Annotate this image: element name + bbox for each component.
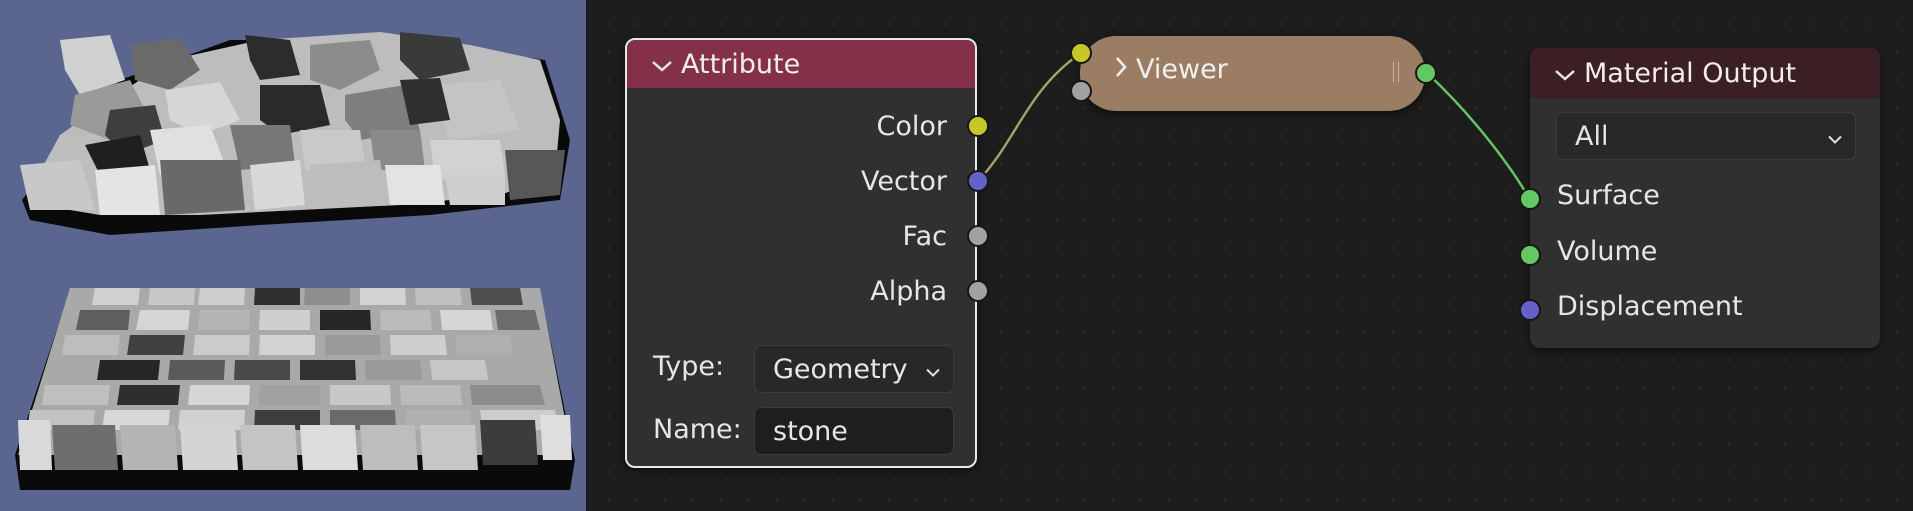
socket-displacement[interactable] bbox=[1519, 299, 1541, 321]
viewer-node-title: Viewer bbox=[1136, 54, 1228, 85]
material-output-header[interactable]: Material Output bbox=[1530, 48, 1880, 98]
socket-volume[interactable] bbox=[1519, 244, 1541, 266]
target-dropdown[interactable]: All bbox=[1556, 112, 1856, 160]
attribute-node[interactable]: Attribute Color Vector Fac Alpha Type: G… bbox=[625, 38, 977, 468]
type-dropdown-value: Geometry bbox=[773, 353, 908, 385]
socket-fac[interactable] bbox=[967, 225, 989, 247]
attribute-node-header[interactable]: Attribute bbox=[627, 40, 975, 88]
input-label-surface: Surface bbox=[1557, 180, 1660, 211]
type-dropdown[interactable]: Geometry bbox=[754, 345, 954, 393]
attribute-node-title: Attribute bbox=[681, 48, 801, 80]
socket-alpha[interactable] bbox=[967, 280, 989, 302]
chevron-down-icon bbox=[925, 354, 941, 385]
target-dropdown-value: All bbox=[1575, 120, 1609, 152]
chevron-down-icon[interactable] bbox=[651, 49, 681, 80]
output-label-fac: Fac bbox=[902, 221, 947, 252]
chevron-down-icon[interactable] bbox=[1554, 58, 1584, 89]
name-field[interactable]: stone bbox=[754, 407, 954, 455]
link-viewer-to-surface bbox=[1426, 72, 1531, 199]
socket-color[interactable] bbox=[967, 115, 989, 137]
input-label-volume: Volume bbox=[1557, 236, 1658, 267]
type-label: Type: bbox=[653, 351, 725, 382]
shader-node-editor[interactable]: Attribute Color Vector Fac Alpha Type: G… bbox=[587, 0, 1913, 511]
grip-icon bbox=[1393, 62, 1399, 82]
name-field-value: stone bbox=[773, 415, 848, 447]
output-label-alpha: Alpha bbox=[870, 276, 947, 307]
viewer-output-socket[interactable] bbox=[1415, 62, 1437, 84]
voronoi-stone-mesh bbox=[20, 32, 570, 235]
viewer-node[interactable]: Viewer bbox=[1080, 36, 1425, 111]
viewport-scene bbox=[15, 32, 575, 490]
viewer-input-socket-grey[interactable] bbox=[1070, 80, 1092, 102]
link-vector-to-viewer bbox=[977, 51, 1082, 182]
socket-vector[interactable] bbox=[967, 170, 989, 192]
material-output-node[interactable]: Material Output All Surface Volume Displ… bbox=[1530, 48, 1880, 348]
name-label: Name: bbox=[653, 414, 742, 445]
input-label-displacement: Displacement bbox=[1557, 291, 1743, 322]
viewer-input-socket-value[interactable] bbox=[1070, 42, 1092, 64]
grid-stone-mesh bbox=[15, 288, 575, 490]
output-label-color: Color bbox=[876, 111, 948, 142]
material-output-title: Material Output bbox=[1584, 57, 1797, 89]
output-label-vector: Vector bbox=[860, 166, 947, 197]
3d-viewport[interactable] bbox=[0, 0, 586, 511]
socket-surface[interactable] bbox=[1519, 188, 1541, 210]
chevron-right-icon[interactable] bbox=[1114, 54, 1128, 85]
chevron-down-icon bbox=[1827, 121, 1843, 152]
